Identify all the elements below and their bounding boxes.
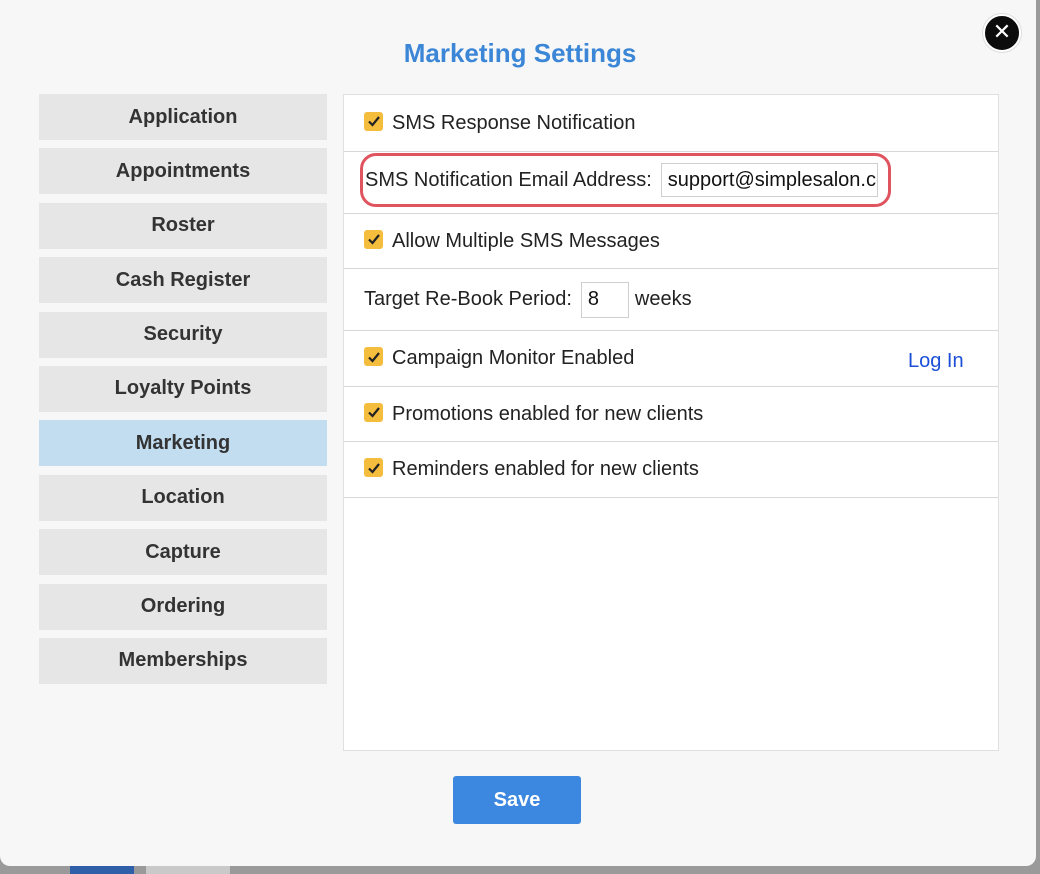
rebook-period-input[interactable]: 8 <box>580 281 629 318</box>
check-icon <box>367 234 380 245</box>
rebook-unit: weeks <box>634 288 692 310</box>
nav-item-location[interactable]: Location <box>39 474 327 521</box>
setting-row-multi-sms: Allow Multiple SMS Messages <box>344 214 998 269</box>
multi-sms-checkbox[interactable] <box>364 229 383 249</box>
settings-panel: SMS Response Notification SMS Notificati… <box>343 94 999 751</box>
highlight-outline: SMS Notification Email Address: support@… <box>360 153 891 207</box>
setting-row-campaign-monitor: Campaign Monitor Enabled Log In <box>344 331 998 387</box>
setting-row-sms-email: SMS Notification Email Address: support@… <box>344 152 998 214</box>
modal-title: Marketing Settings <box>403 38 637 68</box>
check-icon <box>367 351 380 363</box>
sms-email-label: SMS Notification Email Address: <box>365 168 652 191</box>
nav-item-capture[interactable]: Capture <box>39 529 327 576</box>
nav-item-cash-register[interactable]: Cash Register <box>39 257 327 304</box>
rebook-period-value: 8 <box>587 288 600 310</box>
nav-item-loyalty-points[interactable]: Loyalty Points <box>39 365 327 412</box>
setting-row-rebook: Target Re-Book Period: 8 weeks <box>344 269 998 331</box>
nav-item-appointments[interactable]: Appointments <box>39 148 327 195</box>
nav-item-security[interactable]: Security <box>39 311 327 358</box>
nav-item-marketing[interactable]: Marketing <box>39 420 327 467</box>
sms-email-input[interactable]: support@simplesalon.com <box>660 163 878 197</box>
settings-nav: Application Appointments Roster Cash Reg… <box>39 94 327 692</box>
rebook-label: Target Re-Book Period: <box>364 288 572 310</box>
nav-item-memberships[interactable]: Memberships <box>39 637 327 684</box>
sms-email-value: support@simplesalon.com <box>667 168 877 191</box>
multi-sms-label: Allow Multiple SMS Messages <box>392 229 660 252</box>
promotions-label: Promotions enabled for new clients <box>392 402 704 425</box>
nav-item-application[interactable]: Application <box>39 94 327 140</box>
setting-row-promotions: Promotions enabled for new clients <box>344 387 998 442</box>
campaign-monitor-label: Campaign Monitor Enabled <box>392 347 635 369</box>
log-in-link[interactable]: Log In <box>908 349 964 372</box>
check-icon <box>367 407 380 418</box>
save-button[interactable]: Save <box>453 776 581 824</box>
reminders-label: Reminders enabled for new clients <box>392 458 699 480</box>
check-icon <box>367 462 380 474</box>
campaign-monitor-checkbox[interactable] <box>364 347 383 366</box>
setting-row-reminders: Reminders enabled for new clients <box>344 442 998 498</box>
setting-row-sms-response: SMS Response Notification <box>344 95 998 152</box>
promotions-checkbox[interactable] <box>364 402 383 422</box>
nav-item-roster[interactable]: Roster <box>39 202 327 249</box>
sms-response-label: SMS Response Notification <box>392 111 636 134</box>
nav-item-ordering[interactable]: Ordering <box>39 583 327 630</box>
check-icon <box>367 116 380 127</box>
settings-modal: ✕ Marketing Settings Application Appoint… <box>0 0 1036 866</box>
sms-response-checkbox[interactable] <box>364 111 383 131</box>
reminders-checkbox[interactable] <box>364 458 383 477</box>
